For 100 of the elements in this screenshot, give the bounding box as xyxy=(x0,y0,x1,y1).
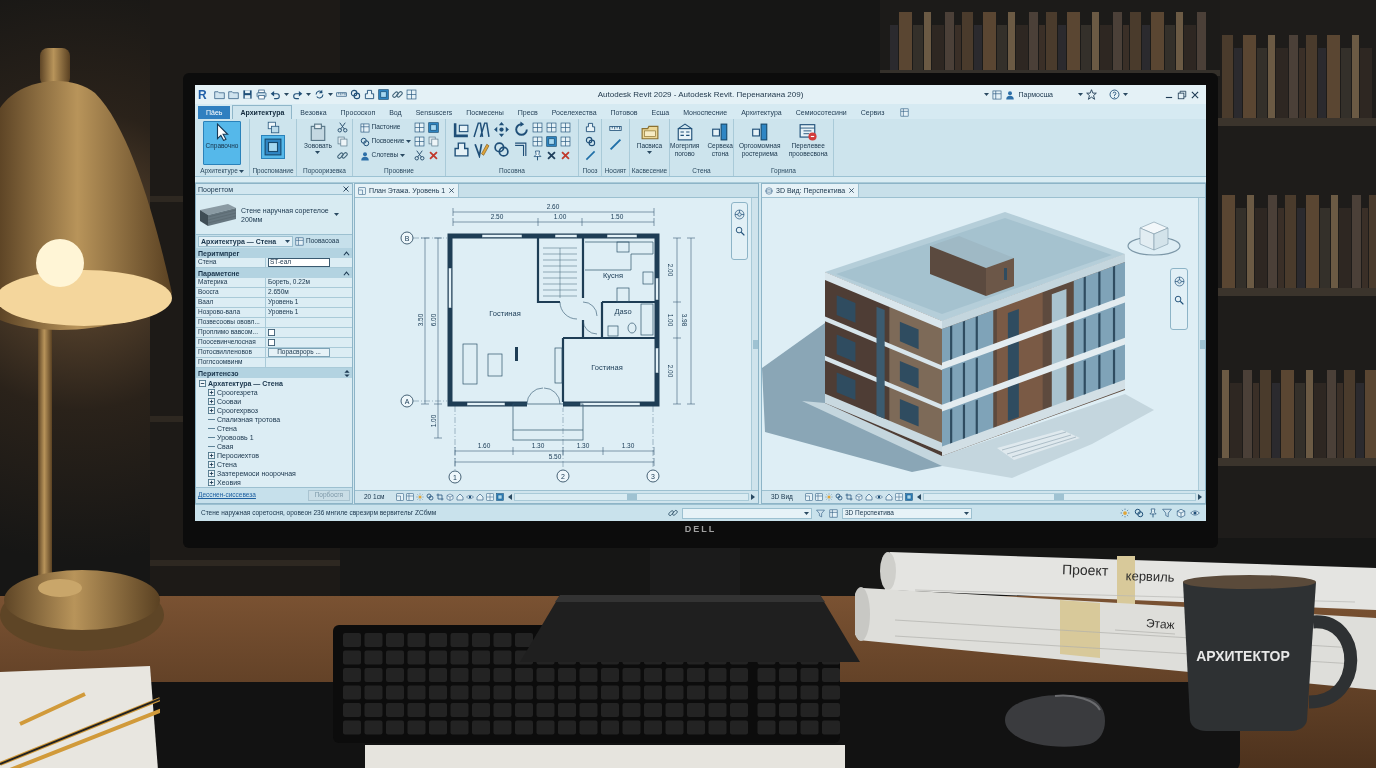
cube-icon[interactable] xyxy=(1176,508,1186,518)
frame-icon[interactable] xyxy=(904,493,913,501)
app-logo[interactable]: R xyxy=(198,88,207,101)
folder-icon[interactable] xyxy=(227,89,239,100)
frame-icon[interactable] xyxy=(377,89,389,100)
folder-icon[interactable] xyxy=(640,123,659,141)
rings-icon[interactable] xyxy=(359,136,370,147)
undo-icon[interactable] xyxy=(269,89,281,100)
eye-icon[interactable] xyxy=(874,493,883,501)
close-icon[interactable] xyxy=(342,185,350,193)
clipboard-icon[interactable] xyxy=(309,123,327,141)
close-icon[interactable] xyxy=(448,187,456,194)
folder-icon[interactable] xyxy=(213,89,225,100)
chain-icon[interactable] xyxy=(391,89,403,100)
grid-icon[interactable] xyxy=(532,136,543,147)
magnifier-icon[interactable] xyxy=(1174,295,1184,305)
x-icon[interactable] xyxy=(546,150,557,161)
caret-icon[interactable] xyxy=(305,93,311,96)
table-icon[interactable] xyxy=(406,493,415,501)
close-icon[interactable] xyxy=(1190,89,1200,100)
chain-icon[interactable] xyxy=(336,150,348,161)
column-icon[interactable] xyxy=(711,123,730,141)
save-icon[interactable] xyxy=(241,89,253,100)
eye-icon[interactable] xyxy=(1190,508,1200,518)
cube-icon[interactable] xyxy=(446,493,455,501)
sync-icon[interactable] xyxy=(313,89,325,100)
table-icon[interactable] xyxy=(829,508,838,518)
building-icon[interactable] xyxy=(675,123,694,141)
collapse-icon[interactable] xyxy=(199,380,206,387)
frame-icon[interactable] xyxy=(262,136,284,158)
horizontal-scrollbar[interactable] xyxy=(922,493,1196,501)
floor-plan-icon[interactable] xyxy=(396,493,405,501)
table-icon[interactable] xyxy=(295,237,304,246)
rings-icon[interactable] xyxy=(1134,508,1144,518)
house-icon[interactable] xyxy=(864,493,873,501)
caret-icon[interactable] xyxy=(984,93,990,96)
caret-icon[interactable] xyxy=(238,169,244,173)
checkbox[interactable] xyxy=(268,339,275,346)
windows-icon[interactable] xyxy=(266,121,280,134)
grid-icon[interactable] xyxy=(414,122,426,133)
grid-icon[interactable] xyxy=(560,136,571,147)
horizontal-scrollbar[interactable] xyxy=(514,493,749,501)
table-icon[interactable] xyxy=(900,108,910,117)
expand-icon[interactable] xyxy=(208,398,215,405)
close-icon[interactable] xyxy=(848,187,856,194)
expand-icon[interactable] xyxy=(208,461,215,468)
caret-icon[interactable] xyxy=(406,140,412,143)
frame-icon[interactable] xyxy=(496,493,505,501)
funnel-icon[interactable] xyxy=(1162,508,1172,518)
grid-icon[interactable] xyxy=(486,493,495,501)
grid-icon[interactable] xyxy=(414,136,426,147)
caret-icon[interactable] xyxy=(283,93,289,96)
table-icon[interactable] xyxy=(814,493,823,501)
pushpin-icon[interactable] xyxy=(532,150,543,161)
rings-icon[interactable] xyxy=(493,141,510,158)
double-arch-icon[interactable] xyxy=(473,121,490,138)
vertical-scrollbar[interactable] xyxy=(1198,198,1205,490)
caret-icon[interactable] xyxy=(334,213,339,216)
steering-wheel-icon[interactable] xyxy=(734,209,745,220)
caret-icon[interactable] xyxy=(315,150,321,154)
user-icon[interactable] xyxy=(1005,89,1016,100)
grid-icon[interactable] xyxy=(894,493,903,501)
caret-icon[interactable] xyxy=(804,511,809,515)
caret-icon[interactable] xyxy=(1123,93,1128,96)
block-icon[interactable] xyxy=(584,122,596,133)
rings-icon[interactable] xyxy=(834,493,843,501)
caret-icon[interactable] xyxy=(647,150,652,154)
table-icon[interactable] xyxy=(359,122,370,133)
align-icon[interactable] xyxy=(453,121,470,138)
expand-icon[interactable] xyxy=(208,452,215,459)
caret-icon[interactable] xyxy=(964,511,969,515)
scissors-icon[interactable] xyxy=(414,150,426,161)
eye-icon[interactable] xyxy=(466,493,475,501)
grid-icon[interactable] xyxy=(546,122,557,133)
collapse-icon[interactable] xyxy=(343,270,350,276)
redo-icon[interactable] xyxy=(291,89,303,100)
steering-wheel-icon[interactable] xyxy=(1173,276,1185,287)
star-icon[interactable] xyxy=(1086,89,1097,100)
line-icon[interactable] xyxy=(584,150,596,161)
chain-icon[interactable] xyxy=(668,508,678,518)
orbit-icon[interactable] xyxy=(765,186,773,195)
caret-icon[interactable] xyxy=(327,93,333,96)
restore-icon[interactable] xyxy=(1177,89,1187,100)
frame-icon[interactable] xyxy=(428,122,440,133)
crop-icon[interactable] xyxy=(436,493,445,501)
rings-icon[interactable] xyxy=(584,136,596,147)
block-icon[interactable] xyxy=(453,141,470,158)
floor-plan-icon[interactable] xyxy=(804,493,813,501)
sort-arrows-icon[interactable] xyxy=(344,369,350,377)
rings-icon[interactable] xyxy=(426,493,435,501)
user-icon[interactable] xyxy=(359,150,370,161)
floor-plan-icon[interactable] xyxy=(358,186,366,195)
expand-icon[interactable] xyxy=(208,470,215,477)
printer-icon[interactable] xyxy=(255,89,267,100)
move-icon[interactable] xyxy=(493,121,510,138)
collapse-icon[interactable] xyxy=(343,250,350,256)
block-icon[interactable] xyxy=(363,89,375,100)
rotate-icon[interactable] xyxy=(513,121,530,138)
pencil-icon[interactable] xyxy=(473,141,490,158)
caret-icon[interactable] xyxy=(400,154,406,157)
